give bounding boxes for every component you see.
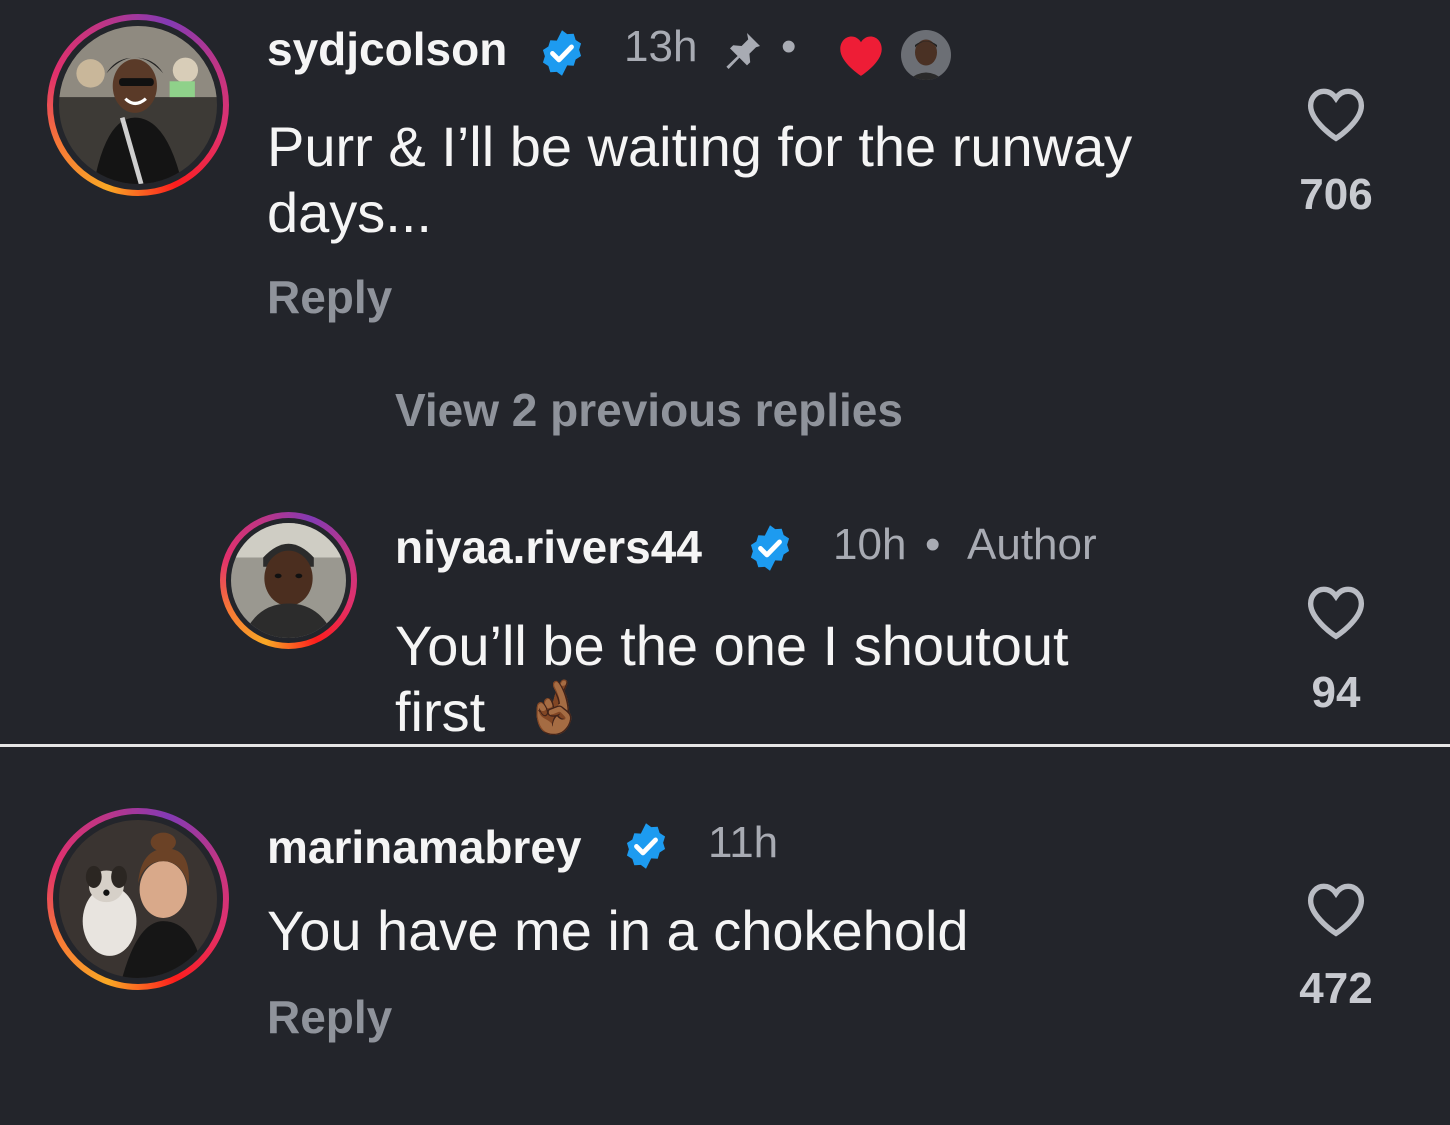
like-count: 94 — [1311, 668, 1361, 717]
like-button-icon[interactable] — [1302, 877, 1370, 939]
like-button-icon[interactable] — [1302, 580, 1370, 642]
avatar-photo — [59, 26, 217, 184]
comment-text-line-1: Purr & I’ll be waiting for the runway — [267, 115, 1133, 178]
comment-username[interactable]: marinamabrey — [267, 820, 582, 874]
avatar-sydjcolson[interactable] — [47, 14, 229, 196]
reply-text-line-1: You’ll be the one I shoutout — [395, 614, 1069, 677]
view-previous-replies-button[interactable]: View 2 previous replies — [395, 383, 903, 437]
heart-filled-icon — [834, 30, 888, 78]
meta-separator: • — [925, 520, 941, 569]
reply-time: 10h — [833, 520, 907, 569]
verified-badge-icon — [744, 522, 796, 574]
comment-text: You have me in a chokehold — [267, 899, 969, 962]
meta-separator: • — [781, 22, 797, 71]
verified-badge-icon — [620, 820, 672, 872]
avatar-niyaa-rivers44[interactable] — [220, 512, 357, 649]
comment-username[interactable]: sydjcolson — [267, 22, 507, 76]
avatar-photo — [59, 820, 217, 978]
divider — [0, 744, 1450, 747]
reply-username[interactable]: niyaa.rivers44 — [395, 520, 702, 574]
avatar-marinamabrey[interactable] — [47, 808, 229, 990]
reply-button[interactable]: Reply — [267, 990, 392, 1044]
reply-text-line-2: first — [395, 680, 486, 743]
like-button-icon[interactable] — [1302, 82, 1370, 144]
comment-time: 11h — [708, 818, 779, 867]
comment-text-line-2: days... — [267, 181, 432, 244]
avatar-photo — [231, 523, 346, 638]
author-label: Author — [967, 520, 1097, 569]
like-count: 472 — [1299, 964, 1373, 1013]
like-count: 706 — [1299, 170, 1373, 219]
pin-icon — [716, 28, 766, 81]
creator-avatar-small — [901, 30, 951, 80]
crossed-fingers-emoji: 🤞🏾 — [522, 679, 587, 737]
verified-badge-icon — [536, 27, 588, 79]
reply-button[interactable]: Reply — [267, 270, 392, 324]
comment-time: 13h — [624, 22, 698, 71]
